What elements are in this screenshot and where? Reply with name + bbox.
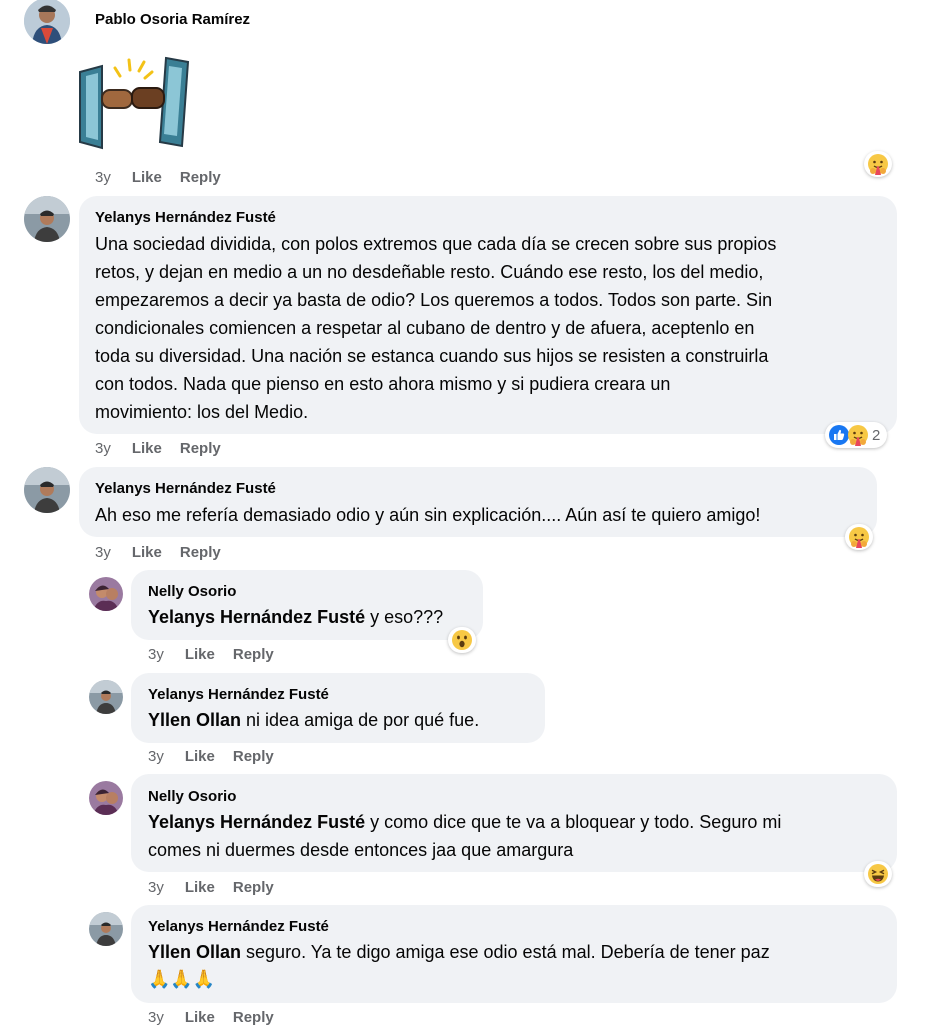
comment-age[interactable]: 3y [95, 169, 111, 186]
mention-link[interactable]: Yllen Ollan [148, 942, 241, 962]
reply-button[interactable]: Reply [180, 169, 221, 186]
reaction-summary[interactable] [864, 151, 892, 177]
like-button[interactable]: Like [185, 646, 215, 663]
reply-button[interactable]: Reply [180, 440, 221, 457]
comment-text: Yllen Ollan seguro. Ya te digo amiga ese… [148, 938, 770, 994]
comment-line: movimiento: los del Medio. [95, 402, 309, 422]
comment-line: Una sociedad dividida, con polos extremo… [95, 234, 777, 254]
comment-age[interactable]: 3y [148, 1009, 164, 1026]
like-button[interactable]: Like [185, 1009, 215, 1026]
like-button[interactable]: Like [185, 879, 215, 896]
care-emoji [847, 424, 869, 446]
reply-button[interactable]: Reply [180, 544, 221, 561]
comment-author[interactable]: Yelanys Hernández Fusté [148, 686, 329, 703]
avatar[interactable] [89, 680, 123, 714]
avatar[interactable] [89, 781, 123, 815]
avatar[interactable] [24, 0, 70, 44]
avatar[interactable] [24, 196, 70, 242]
avatar[interactable] [24, 467, 70, 513]
comment-age[interactable]: 3y [148, 748, 164, 765]
comment-line: con todos. Nada que pienso en esto ahora… [95, 374, 671, 394]
comment-line: toda su diversidad. Una nación se estanc… [95, 346, 769, 366]
mention-link[interactable]: Yllen Ollan [148, 710, 241, 730]
like-button[interactable]: Like [132, 544, 162, 561]
comment-line: y eso??? [365, 607, 444, 627]
wow-emoji [451, 629, 473, 651]
comment-age[interactable]: 3y [148, 879, 164, 896]
care-emoji [848, 526, 870, 548]
mention-link[interactable]: Yelanys Hernández Fusté [148, 812, 365, 832]
comment-actions: 3y Like Reply [148, 646, 292, 663]
comment-age[interactable]: 3y [95, 544, 111, 561]
comment-line: seguro. Ya te digo amiga ese odio está m… [241, 942, 770, 962]
comment-text: Yelanys Hernández Fusté y eso??? [148, 603, 443, 631]
comment-author[interactable]: Yelanys Hernández Fusté [95, 480, 276, 497]
comment-text: Una sociedad dividida, con polos extremo… [95, 230, 895, 426]
comment-text: Yelanys Hernández Fusté y como dice que … [148, 808, 781, 864]
comment-actions: 3y Like Reply [95, 440, 239, 457]
mention-link[interactable]: Yelanys Hernández Fusté [148, 607, 365, 627]
comment-line: y como dice que te va a bloquear y todo.… [365, 812, 782, 832]
comment-author[interactable]: Nelly Osorio [148, 583, 236, 600]
reply-button[interactable]: Reply [233, 646, 274, 663]
reaction-summary[interactable] [448, 627, 476, 653]
comment-actions: 3y Like Reply [95, 544, 239, 561]
like-button[interactable]: Like [185, 748, 215, 765]
comment-author[interactable]: Nelly Osorio [148, 788, 236, 805]
comment-line: retos, y dejan en medio a un no desdeñab… [95, 262, 764, 282]
comment-actions: 3y Like Reply [148, 748, 292, 765]
comment-age[interactable]: 3y [148, 646, 164, 663]
comment-line: condicionales comiencen a respetar al cu… [95, 318, 755, 338]
comment-age[interactable]: 3y [95, 440, 111, 457]
comment-actions: 3y Like Reply [95, 169, 239, 186]
comment-actions: 3y Like Reply [148, 879, 292, 896]
comment-text: Yllen Ollan ni idea amiga de por qué fue… [148, 706, 479, 734]
reply-button[interactable]: Reply [233, 1009, 274, 1026]
avatar[interactable] [89, 577, 123, 611]
comment-author[interactable]: Yelanys Hernández Fusté [95, 209, 276, 226]
avatar[interactable] [89, 912, 123, 946]
reaction-count: 2 [872, 426, 881, 444]
like-button[interactable]: Like [132, 169, 162, 186]
reaction-summary[interactable] [864, 861, 892, 887]
reaction-summary[interactable]: 2 [825, 422, 888, 448]
comment-text: Ah eso me refería demasiado odio y aún s… [95, 501, 885, 529]
comment-actions: 3y Like Reply [148, 1009, 292, 1026]
haha-emoji [867, 863, 889, 885]
reply-button[interactable]: Reply [233, 748, 274, 765]
reaction-summary[interactable] [845, 524, 873, 550]
care-emoji [867, 153, 889, 175]
comment-line: comes ni duermes desde entonces jaa que … [148, 840, 574, 860]
reply-button[interactable]: Reply [233, 879, 274, 896]
folded-hands-emoji: 🙏🙏🙏 [148, 969, 216, 990]
comment-author[interactable]: Pablo Osoria Ramírez [95, 11, 250, 28]
comment-author[interactable]: Yelanys Hernández Fusté [148, 918, 329, 935]
comment-line: empezaremos a decir ya basta de odio? Lo… [95, 290, 773, 310]
like-button[interactable]: Like [132, 440, 162, 457]
comment-line: Ah eso me refería demasiado odio y aún s… [95, 505, 761, 525]
comment-line: ni idea amiga de por qué fue. [241, 710, 480, 730]
fist-bump-phones-sticker [78, 56, 192, 150]
